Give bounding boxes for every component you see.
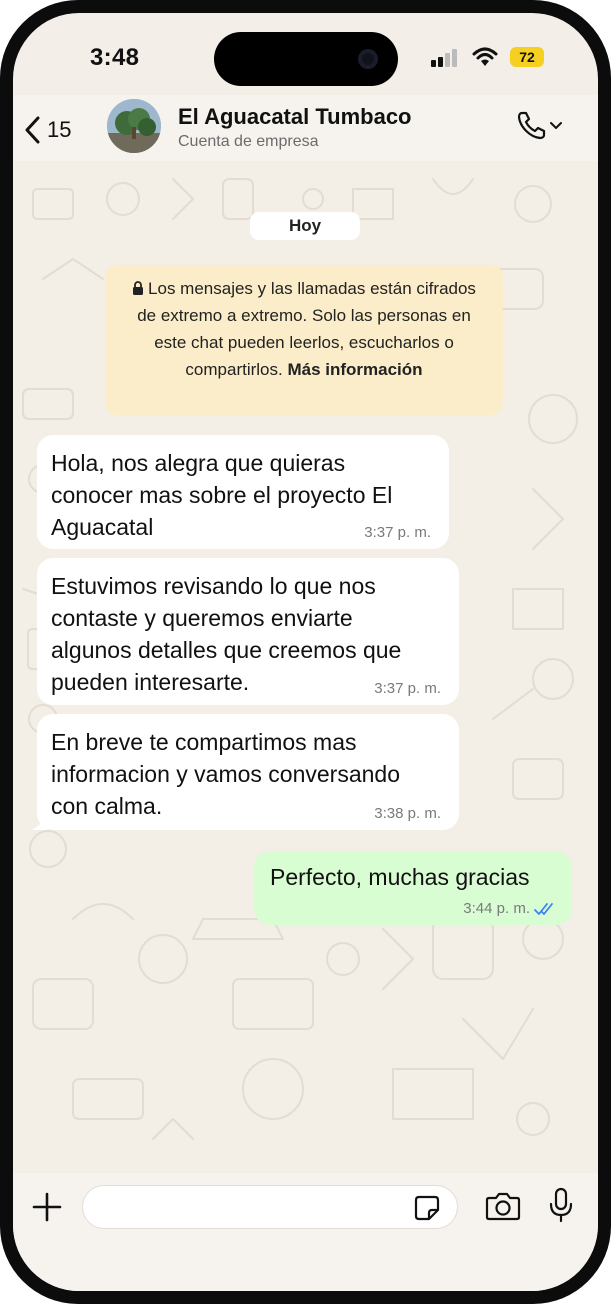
chat-title[interactable]: El Aguacatal Tumbaco [178,104,412,130]
back-chevron-icon [25,116,40,144]
phone-icon [517,111,546,140]
message-bubble-outgoing[interactable]: Perfecto, muchas gracias 3:44 p. m. [254,851,572,925]
unread-count: 15 [47,117,72,142]
message-text: Estuvimos revisando lo que nos contaste … [51,573,402,695]
back-button[interactable]: 15 [23,113,71,147]
message-bubble-incoming[interactable]: Estuvimos revisando lo que nos contaste … [37,558,459,705]
status-time: 3:48 [90,44,140,71]
message-time: 3:37 p. m. [364,524,431,541]
call-button[interactable] [516,109,564,141]
message-text: Perfecto, muchas gracias [270,864,530,890]
plus-icon[interactable] [31,1191,63,1223]
chat-subtitle: Cuenta de empresa [178,133,319,150]
signal-icon [431,49,457,67]
lock-icon [133,281,144,295]
chevron-down-icon [550,122,562,129]
wifi-icon [472,47,498,66]
message-time: 3:37 p. m. [374,680,441,697]
dynamic-island [214,32,398,86]
bubble-tail [31,814,47,830]
more-info-link[interactable]: Más información [287,360,422,379]
message-time: 3:38 p. m. [374,805,441,822]
composer-bar [13,1173,598,1291]
front-camera [358,49,378,69]
message-time: 3:44 p. m. [463,900,530,917]
message-meta: 3:44 p. m. [463,900,556,917]
message-bubble-incoming[interactable]: En breve te compartimos mas informacion … [31,714,459,830]
double-check-icon [534,902,553,915]
avatar-image [107,99,161,153]
avatar[interactable] [107,99,161,153]
sticker-icon[interactable] [413,1194,441,1222]
battery-indicator: 72 [510,47,544,67]
encryption-notice[interactable]: Los mensajes y las llamadas están cifrad… [105,265,503,415]
message-input[interactable] [82,1185,458,1229]
chat-header: 15 El Aguacatal Tumbaco Cuenta de empres… [13,95,598,161]
microphone-icon[interactable] [548,1186,574,1224]
message-bubble-incoming[interactable]: Hola, nos alegra que quieras conocer mas… [37,435,449,549]
camera-icon[interactable] [485,1190,521,1222]
phone-frame: 3:48 72 15 El Aguacatal Tumbaco Cuenta d… [0,0,611,1304]
status-bar: 3:48 72 [13,13,598,93]
screen: 3:48 72 15 El Aguacatal Tumbaco Cuenta d… [13,13,598,1291]
date-separator: Hoy [250,212,360,240]
